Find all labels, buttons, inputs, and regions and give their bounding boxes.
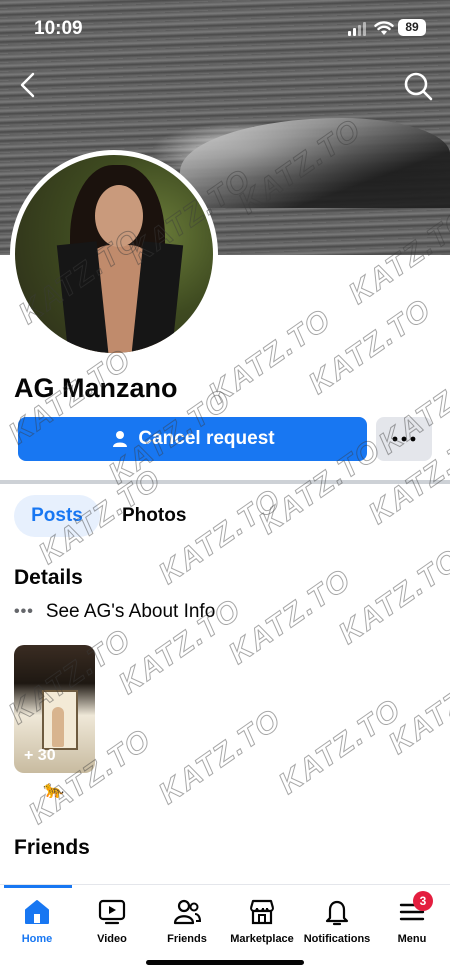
watermark-text: KATZ.TO: [383, 652, 450, 761]
friends-heading: Friends: [14, 836, 90, 859]
cover-wave-image: [180, 118, 450, 208]
nav-marketplace-label: Marketplace: [230, 933, 294, 945]
nav-home[interactable]: Home: [0, 897, 77, 945]
bell-icon: [325, 900, 349, 926]
home-icon: [25, 900, 49, 924]
nav-menu[interactable]: 3 Menu: [372, 891, 450, 945]
watermark-text: KATZ.TO: [153, 702, 289, 811]
watermark-text: KATZ.TO: [203, 302, 339, 411]
watermark-text: KATZ.TO: [333, 542, 450, 651]
tab-photos[interactable]: Photos: [122, 505, 186, 527]
about-info-link[interactable]: ••• See AG's About Info: [14, 600, 215, 624]
person-icon: [113, 431, 128, 447]
more-options-button[interactable]: [376, 417, 432, 461]
signal-icon: [348, 22, 368, 36]
cancel-request-label: Cancel request: [138, 428, 275, 449]
watermark-text: KATZ.TO: [153, 482, 289, 591]
back-button[interactable]: [14, 70, 44, 100]
menu-icon-wrap: 3: [397, 891, 433, 927]
nav-notifications-label: Notifications: [303, 933, 371, 945]
menu-badge: 3: [413, 891, 433, 911]
battery-indicator: 89: [398, 19, 426, 36]
friends-icon: [173, 899, 202, 925]
profile-avatar[interactable]: [10, 150, 218, 358]
status-bar: 10:09 89: [0, 0, 450, 56]
section-divider: [0, 480, 450, 484]
details-heading: Details: [14, 566, 83, 589]
search-icon: [404, 72, 433, 101]
leopard-emoji: 🐆: [43, 780, 65, 799]
search-button[interactable]: [402, 70, 434, 102]
nav-friends[interactable]: Friends: [147, 897, 227, 945]
watermark-text: KATZ.TO: [303, 292, 439, 401]
nav-menu-label: Menu: [397, 933, 427, 945]
chevron-left-icon: [20, 72, 35, 98]
watermark-text: KATZ.TO: [223, 562, 359, 671]
nav-notifications[interactable]: Notifications: [297, 897, 377, 945]
dots-icon: •••: [14, 603, 34, 620]
more-icon: [392, 436, 416, 442]
tab-posts[interactable]: Posts: [14, 495, 100, 537]
profile-name: AG Manzano: [14, 373, 178, 403]
wifi-icon: [374, 21, 394, 35]
active-tab-indicator: [4, 885, 72, 888]
nav-video[interactable]: Video: [72, 897, 152, 945]
featured-photos-thumbnail[interactable]: + 30: [14, 645, 95, 773]
about-info-label: See AG's About Info: [45, 601, 216, 622]
home-indicator: [146, 960, 304, 965]
nav-video-label: Video: [97, 933, 127, 945]
status-time: 10:09: [34, 18, 83, 39]
photo-count: + 30: [24, 747, 56, 764]
marketplace-icon: [249, 899, 275, 925]
avatar-photo: [15, 155, 213, 353]
watermark-text: KATZ.TO: [273, 692, 409, 801]
nav-home-label: Home: [21, 933, 53, 945]
nav-friends-label: Friends: [167, 933, 207, 945]
cancel-request-button[interactable]: Cancel request: [18, 417, 367, 461]
nav-marketplace[interactable]: Marketplace: [222, 897, 302, 945]
video-icon: [98, 899, 126, 925]
